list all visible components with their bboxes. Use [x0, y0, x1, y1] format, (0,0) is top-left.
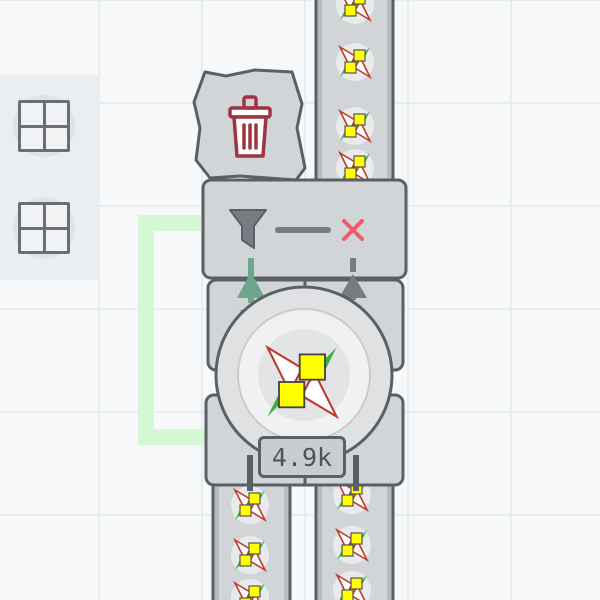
shape-item-icon — [335, 106, 375, 146]
shape-item-icon — [335, 42, 375, 82]
shape-item-icon — [230, 535, 270, 575]
trash-bin[interactable] — [192, 68, 307, 182]
throughput-badge: 4.9k — [258, 436, 346, 478]
filter-separator — [275, 227, 331, 233]
game-canvas[interactable]: 4.9k — [0, 0, 600, 600]
shape-item-icon — [230, 485, 270, 525]
throughput-label: 4.9k — [271, 442, 333, 472]
shape-item-icon — [332, 525, 372, 565]
